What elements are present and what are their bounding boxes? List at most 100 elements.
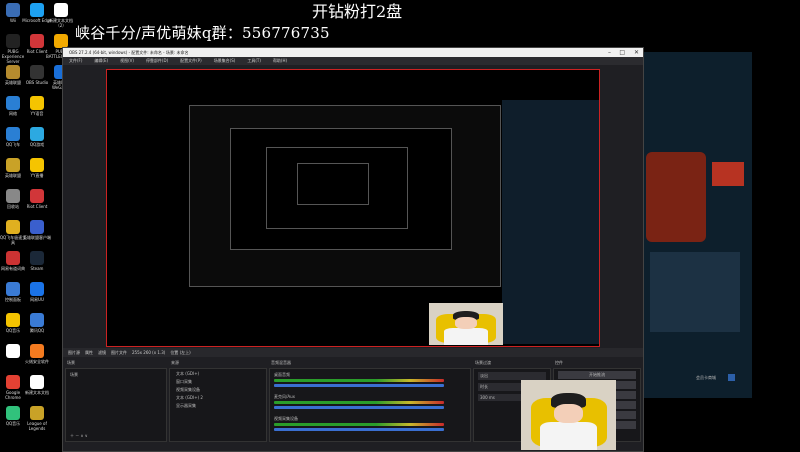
obs-preview[interactable] [106, 69, 600, 347]
app-icon [6, 344, 20, 358]
toolbar-item[interactable]: 位置 (左上) [170, 350, 190, 355]
menu-item[interactable]: 编辑(E) [94, 58, 108, 63]
desktop-icon-label: PUBG Experience Server [1, 49, 25, 64]
scene-add-button[interactable]: ＋ － ∧ ∨ [70, 433, 88, 439]
app-icon [6, 189, 20, 203]
menu-item[interactable]: 视图(V) [120, 58, 134, 63]
dock-header: 场景过渡 [475, 360, 491, 365]
dock-header: 场景 [67, 360, 75, 365]
app-icon [30, 96, 44, 110]
app-icon [6, 65, 20, 79]
obs-title-text: OBS 27.2.4 (64-bit, windows) - 配置文件: 未命名… [69, 50, 189, 55]
toolbar-item[interactable]: 属性 [85, 350, 93, 355]
app-icon [30, 3, 44, 17]
game-character-art [646, 152, 706, 242]
dock-header: 来源 [171, 360, 179, 365]
maximize-icon[interactable]: □ [619, 48, 625, 57]
app-icon [30, 189, 44, 203]
toolbar-item[interactable]: 255x 260 (x 1.3) [132, 350, 165, 355]
game-button[interactable]: 会员卡商城 [696, 375, 716, 381]
app-icon [30, 65, 44, 79]
app-icon [30, 251, 44, 265]
desktop-icon-label: 新建文本文档 [25, 390, 49, 395]
preview-webcam [429, 303, 503, 345]
obs-menubar: 文件(F) 编辑(E) 视图(V) 停靠部件(D) 配置文件(P) 场景集合(S) 工具(T… [63, 57, 643, 65]
stream-title: 开钻粉打2盘 [312, 2, 403, 21]
dock-header: 控件 [555, 360, 563, 365]
desktop-icon-label: 英雄联盟 [5, 173, 21, 178]
toolbar-item[interactable]: 图片源 [68, 350, 80, 355]
desktop-icon-label: QQ游戏 [29, 142, 45, 147]
menu-item[interactable]: 场景集合(S) [214, 58, 236, 63]
toolbar-item[interactable]: 图片文件 [111, 350, 127, 355]
desktop-icon-label: League of Legends [27, 421, 47, 431]
menu-item[interactable]: 工具(T) [247, 58, 261, 63]
desktop-icon[interactable]: League of Legends [22, 406, 52, 431]
dock-header: 音频混音器 [271, 360, 291, 365]
scene-item[interactable]: 场景 [70, 372, 162, 378]
desktop-icon[interactable]: Riot Client [22, 189, 52, 209]
sources-panel: 文本 (GDI+) 窗口采集视频采集设备 文本 (GDI+) 2 显示器采集 [169, 368, 267, 442]
app-icon [30, 34, 44, 48]
app-icon [6, 313, 20, 327]
desktop-icon-label: QQ音乐 [5, 328, 21, 333]
desktop-icon-label: 英雄联盟 [5, 80, 21, 85]
source-item[interactable]: 视频采集设备 [176, 387, 260, 393]
desktop-icon-label: Riot Client [26, 49, 48, 54]
source-item[interactable]: 文本 (GDI+) [176, 371, 260, 377]
dock-headers: 场景 来源 音频混音器 场景过渡 控件 [63, 359, 643, 367]
nested-obs-2 [230, 128, 452, 250]
desktop-icon[interactable]: 火绒安全软件 [22, 344, 52, 364]
source-item[interactable]: 窗口采集 [176, 379, 260, 385]
app-icon [30, 282, 44, 296]
menu-item[interactable]: 文件(F) [69, 58, 82, 63]
app-icon [6, 282, 20, 296]
audio-mixer: 桌面音频 麦克风/Aux 视频采集设备 [269, 368, 471, 442]
desktop-icon[interactable]: 英雄联盟客户端 [22, 220, 52, 240]
game-thumb [712, 162, 744, 186]
source-item[interactable]: 显示器采集 [176, 403, 260, 409]
source-toolbar: 图片源 属性 滤镜 图片文件 255x 260 (x 1.3) 位置 (左上) [63, 348, 643, 357]
close-icon[interactable]: ✕ [634, 48, 639, 57]
menu-item[interactable]: 帮助(H) [273, 58, 287, 63]
toolbar-item[interactable]: 滤镜 [98, 350, 106, 355]
desktop-icon-label: 网易UU [30, 297, 44, 302]
app-icon [6, 251, 20, 265]
desktop-icon[interactable]: YY直播 [22, 158, 52, 178]
menu-item[interactable]: 配置文件(P) [180, 58, 202, 63]
volume-meter [274, 379, 444, 382]
desktop-icon[interactable]: QQ游戏 [22, 127, 52, 147]
app-icon [6, 220, 20, 234]
app-icon [6, 406, 20, 420]
transition-option[interactable]: 淡出 [478, 372, 546, 380]
app-icon [30, 406, 44, 420]
desktop-icon-label: YY直播 [30, 173, 44, 178]
app-icon [6, 375, 20, 389]
app-icon [30, 375, 44, 389]
scenes-panel: 场景 ＋ － ∧ ∨ [65, 368, 167, 442]
desktop-icon[interactable]: Steam [22, 251, 52, 271]
volume-slider[interactable] [274, 406, 444, 409]
minimize-icon[interactable]: – [608, 48, 611, 57]
desktop-icon[interactable]: 新建文本文档（2） [46, 3, 76, 28]
app-icon [30, 127, 44, 141]
desktop-icon-label: OBS Studio [25, 80, 49, 85]
desktop-icon-label: QQ飞车 [5, 142, 21, 147]
game-button-icon[interactable] [728, 374, 735, 381]
nested-obs-1 [189, 105, 501, 287]
desktop-icon-label: YY语音 [30, 111, 44, 116]
desktop-icon-label: 控制面板 [5, 297, 21, 302]
control-button[interactable]: 开始推流 [558, 371, 636, 379]
webcam-overlay [521, 380, 616, 450]
desktop-icon[interactable]: 新建文本文档 [22, 375, 52, 395]
desktop-icon-label: Google Chrome [5, 390, 21, 400]
preview-capture [107, 70, 599, 345]
volume-slider[interactable] [274, 384, 444, 387]
source-item[interactable]: 文本 (GDI+) 2 [176, 395, 260, 401]
desktop-icon[interactable]: 腾讯QQ [22, 313, 52, 333]
desktop-icon[interactable]: YY语音 [22, 96, 52, 116]
group-number-text: 峡谷千分/声优萌妹q群：556776735 [75, 24, 330, 42]
volume-slider[interactable] [274, 428, 444, 431]
desktop-icon[interactable]: 网易UU [22, 282, 52, 302]
menu-item[interactable]: 停靠部件(D) [146, 58, 168, 63]
